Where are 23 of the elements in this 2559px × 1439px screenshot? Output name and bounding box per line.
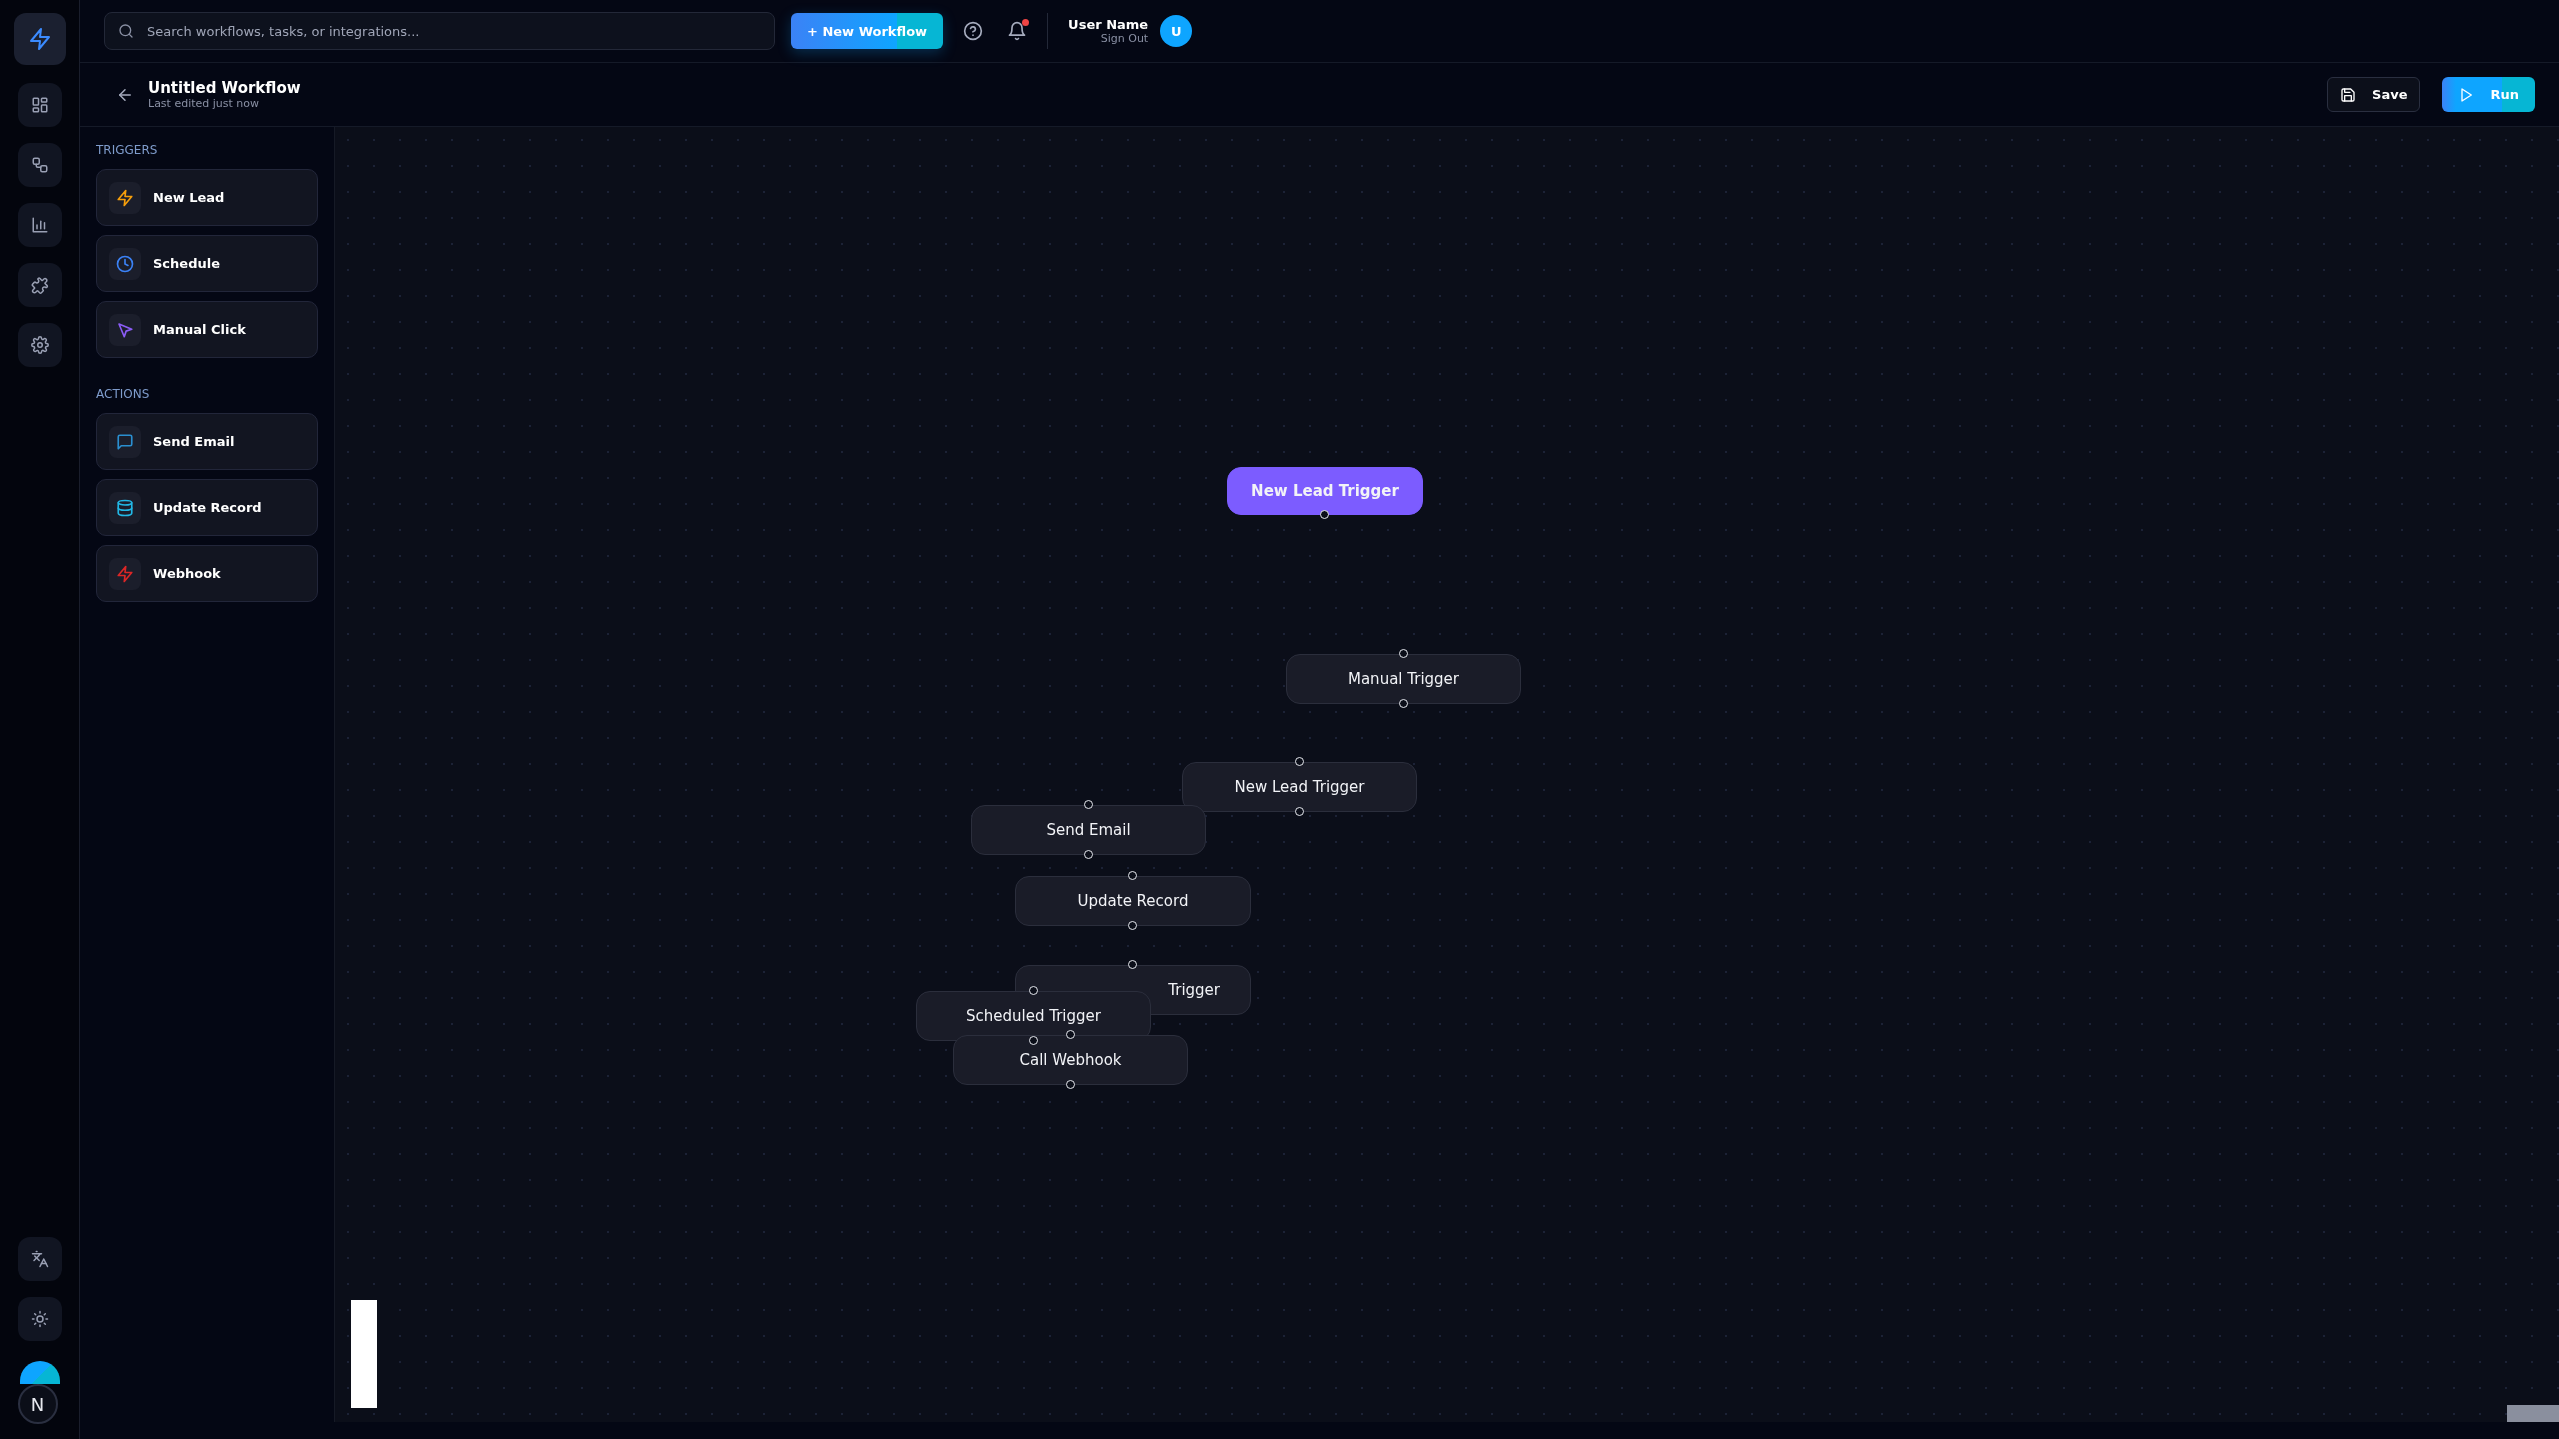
palette-item[interactable]: Manual Click xyxy=(96,301,318,358)
flow-node[interactable]: New Lead Trigger xyxy=(1227,467,1423,515)
flow-node[interactable]: Send Email xyxy=(971,805,1206,855)
last-edited-text: Last edited just now xyxy=(148,97,261,110)
workflow-canvas[interactable]: New Lead Trigger Manual Trigger New Lead Trigger Send Email Update Record Trigger Scheduled Trigger Call Webhook xyxy=(335,127,2559,1422)
section-heading: ACTIONS xyxy=(96,387,151,401)
flow-node[interactable]: New Lead Trigger xyxy=(1182,762,1417,812)
flow-node[interactable]: Manual Trigger xyxy=(1286,654,1521,704)
flow-node[interactable]: Call Webhook xyxy=(953,1035,1188,1085)
workflow-title: Untitled Workflow xyxy=(148,79,302,97)
palette-item[interactable]: Update Record xyxy=(96,479,318,536)
search-field[interactable]: Search workflows, tasks, or integrations... xyxy=(104,12,775,50)
palette-item[interactable]: Send Email xyxy=(96,413,318,470)
palette-item[interactable]: New Lead xyxy=(96,169,318,226)
palette-item[interactable]: Schedule xyxy=(96,235,318,292)
sign-out-link[interactable]: Sign Out xyxy=(1100,32,1149,45)
save-button[interactable]: Save xyxy=(2327,77,2421,112)
palette-item[interactable]: Webhook xyxy=(96,545,318,602)
user-name: User Name xyxy=(1068,17,1149,32)
section-heading: TRIGGERS xyxy=(96,143,159,157)
flow-node[interactable]: Update Record xyxy=(1015,876,1251,926)
flow-node[interactable]: Scheduled Trigger xyxy=(916,991,1151,1041)
badge: N xyxy=(17,1384,58,1424)
